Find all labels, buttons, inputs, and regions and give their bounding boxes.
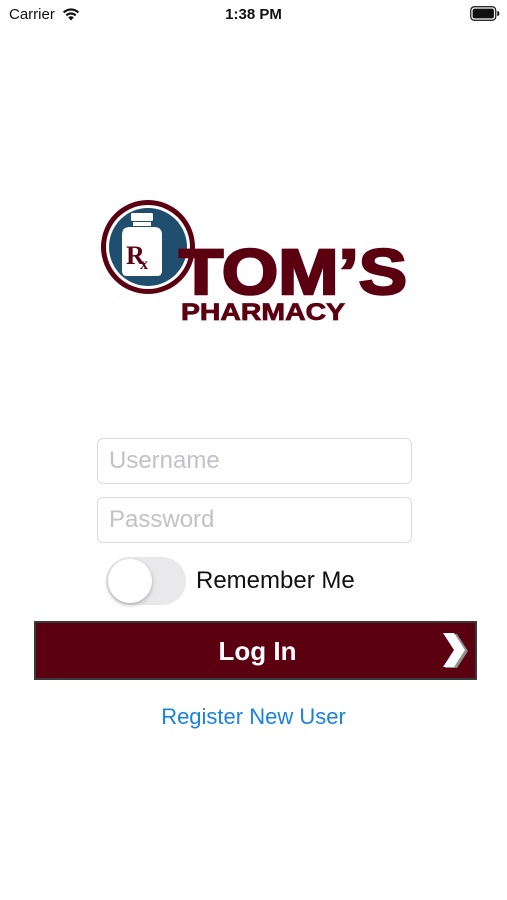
chevron-right-icon [443,633,468,668]
toms-pharmacy-logo: R x TOM’S PHARMACY [101,200,408,326]
login-button[interactable]: Log In [34,621,477,680]
svg-text:x: x [140,256,148,273]
status-time: 1:38 PM [225,6,282,23]
username-input[interactable] [97,438,412,484]
svg-text:PHARMACY: PHARMACY [181,299,345,326]
battery-icon [470,6,500,21]
register-new-user-link[interactable]: Register New User [0,704,507,730]
login-button-label: Log In [218,636,297,666]
remember-me-toggle[interactable] [106,557,186,605]
svg-text:TOM’S: TOM’S [179,236,407,308]
toggle-knob [108,559,152,603]
status-bar: Carrier 1:38 PM [0,0,507,30]
password-input[interactable] [97,497,412,543]
remember-me-label: Remember Me [196,567,355,594]
